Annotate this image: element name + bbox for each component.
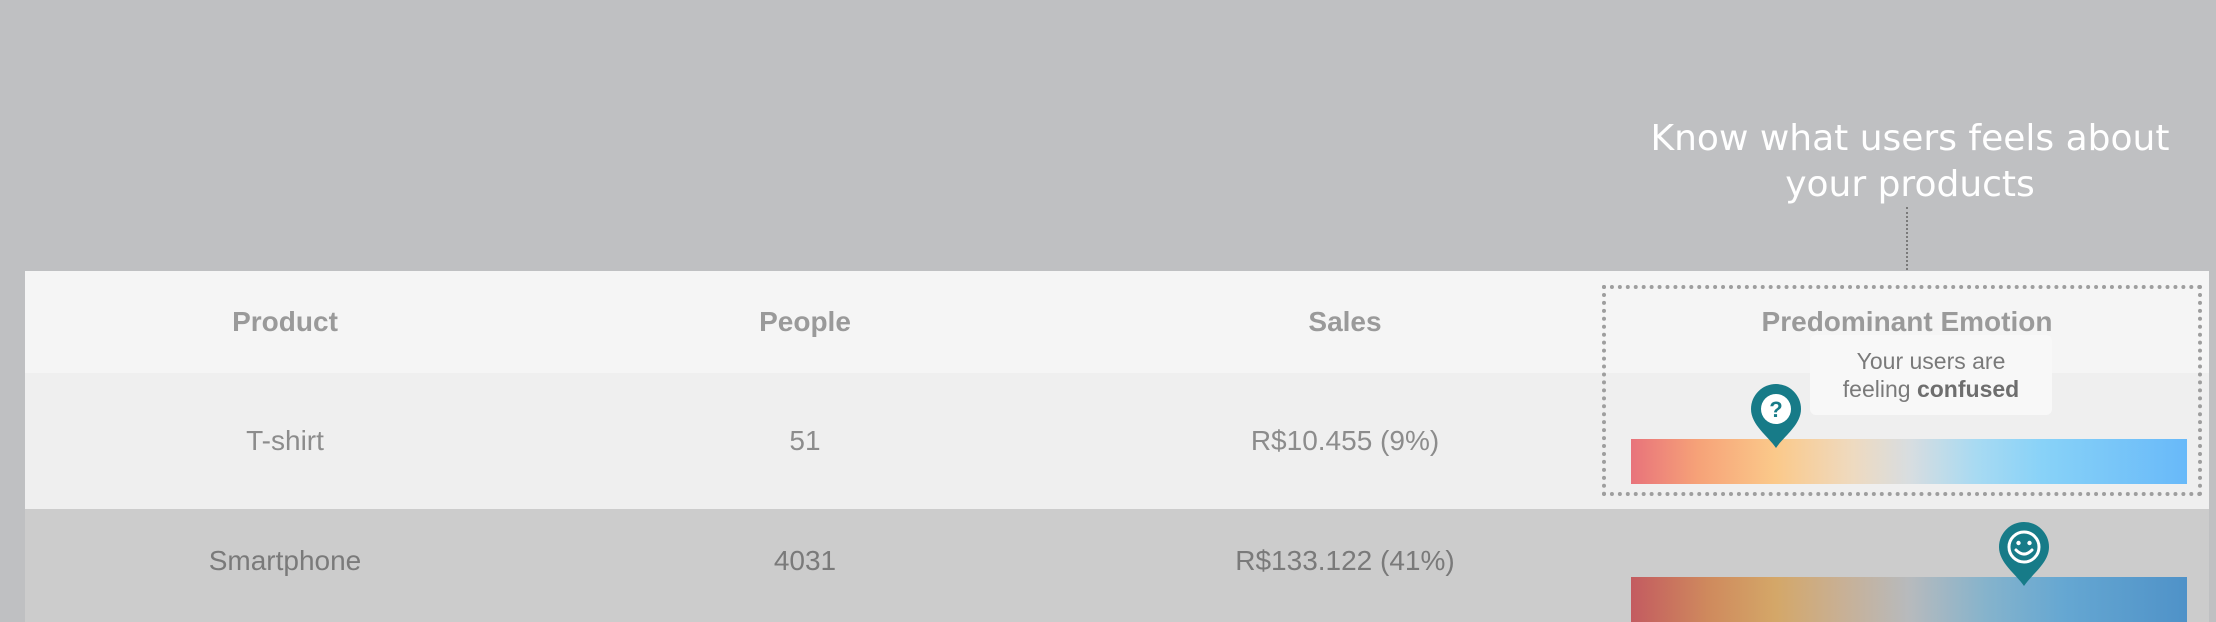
tooltip-emotion: confused [1916,376,2020,402]
smiley-pin-icon[interactable] [1996,520,2052,593]
people-cell: 51 [789,425,821,456]
tooltip-line-2: feeling confused [1843,375,2019,403]
emotion-bar [1631,439,2187,484]
product-cell: Smartphone [208,545,362,576]
callout-line-1: Know what users feels about [1650,118,2170,159]
header-product[interactable]: Product [25,271,545,373]
people-cell: 4031 [773,545,837,576]
callout-line-2: your products [1785,164,2035,205]
tooltip-line-1: Your users are [1856,348,2006,374]
sales-cell: R$133.122 (41%) [1235,545,1455,576]
emotion-bar [1631,577,2187,622]
header-people[interactable]: People [545,271,1065,373]
question-pin-icon[interactable]: ? [1748,382,1804,455]
header-sales[interactable]: Sales [1065,271,1625,373]
sales-cell: R$10.455 (9%) [1250,425,1440,456]
tooltip-prefix: feeling [1842,376,1911,402]
svg-text:?: ? [1769,397,1782,422]
emotion-tooltip: Your users are feeling confused [1810,335,2052,415]
product-cell: T-shirt [246,425,324,456]
callout-title: Know what users feels about your product… [1640,116,2180,208]
